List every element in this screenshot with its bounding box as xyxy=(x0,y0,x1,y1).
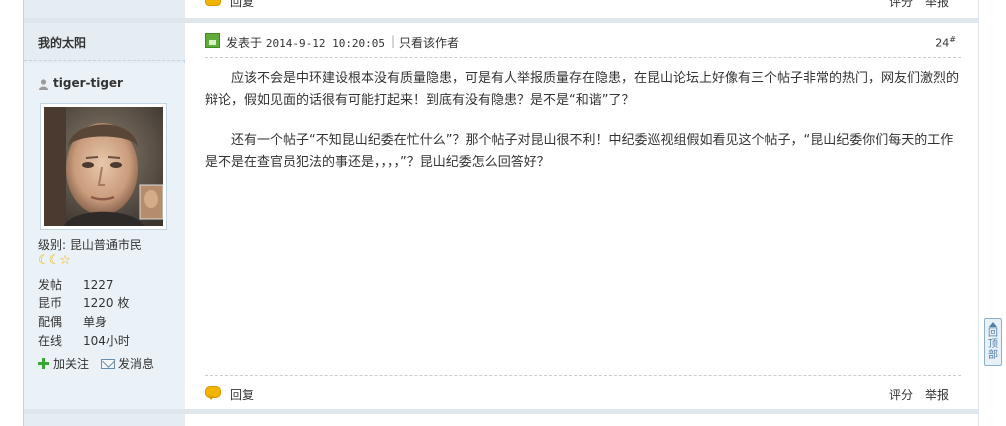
post-header: 发表于 2014-9-12 10:20:05 | 只看该作者 24# xyxy=(205,31,961,51)
stat-coins: 昆币 1220 枚 xyxy=(38,294,129,311)
prev-report-link[interactable]: 举报 xyxy=(925,0,949,10)
post-timestamp: 发表于 2014-9-12 10:20:05 xyxy=(226,34,385,51)
posted-time: 2014-9-12 10:20:05 xyxy=(265,37,386,50)
stat-key: 在线 xyxy=(38,334,63,348)
only-author-link[interactable]: 只看该作者 xyxy=(399,34,459,51)
mail-icon xyxy=(101,359,116,369)
posted-label: 发表于 xyxy=(226,36,263,50)
post-paragraph: 还有一个帖子“不知昆山纪委在忙什么”？那个帖子对昆山很不利！中纪委巡视组假如看见… xyxy=(205,133,954,170)
prev-reply-link[interactable]: 回复 xyxy=(230,0,254,10)
follow-button[interactable]: 加关注 xyxy=(38,355,89,372)
next-post-sidebar-head xyxy=(24,414,185,426)
follow-label: 加关注 xyxy=(53,357,90,371)
rank-stars-icon: ☾☾☆ xyxy=(38,253,71,268)
avatar-frame[interactable] xyxy=(40,103,167,230)
stat-key: 昆币 xyxy=(38,296,63,310)
sidebar-title-bar: 我的太阳 xyxy=(24,23,185,61)
arrow-up-icon xyxy=(989,322,997,327)
user-rank: 级别: 昆山普通市民 xyxy=(38,238,142,252)
stat-value: 104小时 xyxy=(83,334,130,348)
user-icon xyxy=(39,79,48,90)
sidebar-title[interactable]: 我的太阳 xyxy=(38,34,86,51)
back-to-top-label: 回顶部 xyxy=(988,328,998,361)
avatar[interactable] xyxy=(44,107,163,226)
avatar-photo xyxy=(44,107,163,226)
stat-online: 在线 104小时 xyxy=(38,332,130,349)
post-content: 应该不会是中环建设根本没有质量隐患，可是有人举报质量存在隐患，在昆山论坛上好像有… xyxy=(205,68,961,192)
send-message-button[interactable]: 发消息 xyxy=(101,355,154,372)
footer-divider-line xyxy=(205,375,961,376)
post-main: 发表于 2014-9-12 10:20:05 | 只看该作者 24# 应该不会是… xyxy=(185,23,978,409)
author-sidebar: 我的太阳 tiger-tiger 级别: 昆山普通市民 ☾☾☆ 发帖 1227 … xyxy=(24,23,185,409)
report-link[interactable]: 举报 xyxy=(925,386,949,403)
stat-key: 配偶 xyxy=(38,315,63,329)
left-gutter xyxy=(0,0,23,426)
stat-posts: 发帖 1227 xyxy=(38,276,114,293)
prev-post-sidebar-tail xyxy=(24,0,185,18)
reply-icon[interactable] xyxy=(205,0,221,6)
header-divider-line xyxy=(205,57,961,58)
username-link[interactable]: tiger-tiger xyxy=(53,76,123,90)
post-paragraph: 应该不会是中环建设根本没有质量隐患，可是有人举报质量存在隐患，在昆山论坛上好像有… xyxy=(205,71,960,108)
online-status-icon xyxy=(205,33,220,48)
stat-value: 单身 xyxy=(83,315,108,329)
prev-post-footer: 回复 评分 举报 xyxy=(185,0,978,18)
floor-mark: # xyxy=(949,35,956,44)
stat-value[interactable]: 1227 xyxy=(83,278,114,292)
back-to-top-button[interactable]: 回顶部 xyxy=(984,318,1002,366)
stat-spouse: 配偶 单身 xyxy=(38,313,107,330)
floor-number[interactable]: 24# xyxy=(935,35,956,50)
plus-icon xyxy=(38,358,49,369)
floor-value: 24 xyxy=(935,36,950,50)
prev-rate-link[interactable]: 评分 xyxy=(889,0,913,10)
send-message-label: 发消息 xyxy=(118,357,155,371)
reply-icon[interactable] xyxy=(205,386,221,400)
rate-link[interactable]: 评分 xyxy=(889,386,913,403)
author-actions: 加关注 发消息 xyxy=(38,355,166,372)
stat-key: 发帖 xyxy=(38,278,63,292)
reply-link[interactable]: 回复 xyxy=(230,386,254,403)
stat-value: 1220 枚 xyxy=(83,296,130,310)
header-divider: | xyxy=(391,34,396,48)
frame-right-border xyxy=(978,0,979,426)
